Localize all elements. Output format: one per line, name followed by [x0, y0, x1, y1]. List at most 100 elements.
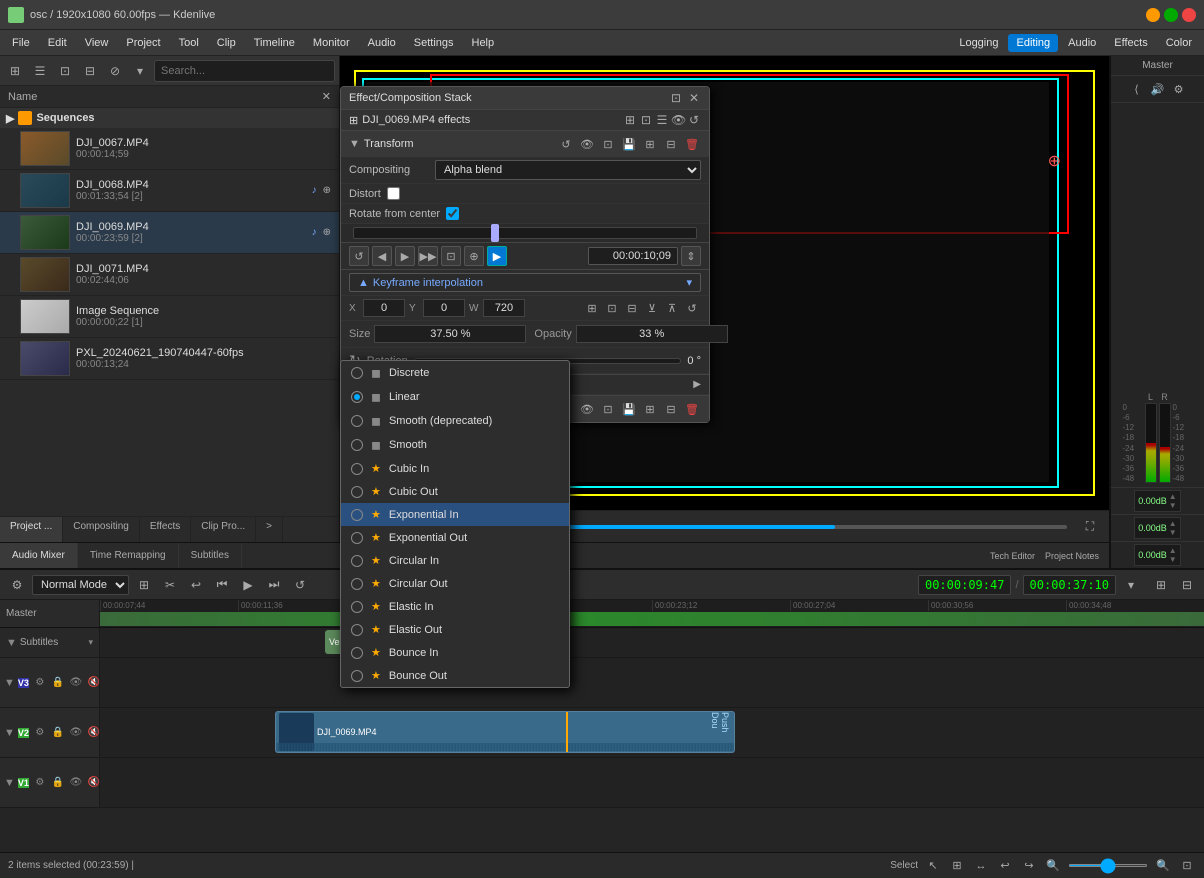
project-filter2-btn[interactable]: ⊘ [104, 60, 126, 82]
transform-delete[interactable]: 🗑 [683, 135, 701, 153]
mode-color[interactable]: Color [1158, 34, 1200, 52]
interp-elastic-in[interactable]: ★ Elastic In [341, 595, 569, 618]
kf-active-btn[interactable]: ▶ [487, 246, 507, 266]
zoom-in-btn[interactable]: 🔍 [1154, 857, 1172, 875]
track-v2-expand[interactable]: ▼ [4, 727, 15, 739]
fade-icon-4[interactable]: ⊟ [662, 400, 680, 418]
mode-editing[interactable]: Editing [1008, 34, 1058, 52]
fade-icon-2[interactable]: 💾 [620, 400, 638, 418]
L-db-down[interactable]: ▼ [1169, 501, 1177, 510]
tab-audio-mixer[interactable]: Audio Mixer [0, 543, 78, 568]
track-v2-visible[interactable]: 👁 [68, 725, 84, 741]
interp-bounce-out[interactable]: ★ Bounce Out [341, 664, 569, 687]
kf-forward[interactable]: ▶ [395, 246, 415, 266]
list-item[interactable]: DJI_0069.MP4 00:00:23;59 [2] ♪ ⊕ [0, 212, 339, 254]
tab-subtitles[interactable]: Subtitles [179, 543, 242, 568]
tech-editor-btn[interactable]: Tech Editor [986, 545, 1039, 567]
project-filter-btn[interactable]: ⊟ [79, 60, 101, 82]
interp-cubic-in[interactable]: ★ Cubic In [341, 457, 569, 480]
align-icon-3[interactable]: ⊟ [623, 299, 641, 317]
transform-icon-3[interactable]: 💾 [620, 135, 638, 153]
R-db-up[interactable]: ▲ [1169, 519, 1177, 528]
interp-discrete[interactable]: ◼ Discrete [341, 361, 569, 385]
time-dropdown-btn[interactable]: ▾ [1120, 574, 1142, 596]
y-input[interactable] [423, 299, 465, 317]
roll-btn[interactable]: ↔ [972, 857, 990, 875]
kf-add[interactable]: ⊕ [464, 246, 484, 266]
opacity-input[interactable] [576, 325, 728, 343]
list-item[interactable]: Image Sequence 00:00:00;22 [1] [0, 296, 339, 338]
mode-audio[interactable]: Audio [1060, 34, 1104, 52]
align-icon-2[interactable]: ⊡ [603, 299, 621, 317]
minimize-button[interactable] [1146, 8, 1160, 22]
transform-expand[interactable]: ▼ [349, 138, 360, 150]
track-v2-settings[interactable]: ⚙ [32, 725, 48, 741]
interp-linear[interactable]: ◼ Linear [341, 385, 569, 409]
compositing-select[interactable]: Alpha blend [435, 160, 701, 180]
menu-edit[interactable]: Edit [40, 34, 75, 52]
play-btn[interactable]: ▶ [237, 574, 259, 596]
file-icon-1[interactable]: ⊞ [623, 113, 637, 127]
tab-clip-properties[interactable]: Clip Pro... [191, 517, 256, 542]
kf-rewind[interactable]: ↺ [349, 246, 369, 266]
maximize-button[interactable] [1164, 8, 1178, 22]
menu-clip[interactable]: Clip [209, 34, 244, 52]
timeline-right-btn1[interactable]: ⊞ [1150, 574, 1172, 596]
list-item[interactable]: DJI_0068.MP4 00:01:33;54 [2] ♪ ⊕ [0, 170, 339, 212]
master-db-arrows[interactable]: ▲ ▼ [1169, 546, 1177, 564]
transform-icon-1[interactable]: ↺ [557, 135, 575, 153]
kf-next[interactable]: ▶▶ [418, 246, 438, 266]
align-icon-5[interactable]: ⊼ [663, 299, 681, 317]
options-arrow[interactable]: ▶ [693, 379, 701, 390]
interp-circular-out[interactable]: ★ Circular Out [341, 572, 569, 595]
audio-mute-btn[interactable]: 🔊 [1149, 80, 1167, 98]
zoom-out-btn[interactable]: 🔍 [1044, 857, 1062, 875]
interp-exponential-out[interactable]: ★ Exponential Out [341, 526, 569, 549]
list-item[interactable]: PXL_20240621_190740447-60fps 00:00:13;24 [0, 338, 339, 380]
tab-more[interactable]: > [256, 517, 283, 542]
transform-icon-4[interactable]: ⊞ [641, 135, 659, 153]
keyframe-interpolation-btn[interactable]: ▲ Keyframe interpolation ▾ [349, 273, 701, 292]
mode-logging[interactable]: Logging [951, 34, 1006, 52]
kf-duplicate[interactable]: ⊡ [441, 246, 461, 266]
keyframe-slider[interactable] [353, 227, 697, 239]
project-view-btn[interactable]: ⊞ [4, 60, 26, 82]
sequences-group[interactable]: ▶ Sequences [0, 108, 339, 128]
menu-file[interactable]: File [4, 34, 38, 52]
tab-project[interactable]: Project ... [0, 517, 63, 542]
loop-btn[interactable]: ↺ [289, 574, 311, 596]
kf-time-arrows[interactable]: ⇕ [681, 246, 701, 266]
menu-settings[interactable]: Settings [406, 34, 462, 52]
track-v3-settings[interactable]: ⚙ [32, 675, 48, 691]
transform-eye[interactable]: 👁 [578, 135, 596, 153]
x-input[interactable] [363, 299, 405, 317]
R-db-arrows[interactable]: ▲ ▼ [1169, 519, 1177, 537]
menu-monitor[interactable]: Monitor [305, 34, 358, 52]
project-notes-btn[interactable]: Project Notes [1041, 545, 1103, 567]
timeline-settings-btn[interactable]: ⚙ [6, 574, 28, 596]
R-db-down[interactable]: ▼ [1169, 528, 1177, 537]
slide-btn[interactable]: ↪ [1020, 857, 1038, 875]
track-v3-lock[interactable]: 🔒 [50, 675, 66, 691]
L-db-arrows[interactable]: ▲ ▼ [1169, 492, 1177, 510]
tab-effects[interactable]: Effects [140, 517, 191, 542]
distort-checkbox[interactable] [387, 187, 400, 200]
master-db-up[interactable]: ▲ [1169, 546, 1177, 555]
master-db-down[interactable]: ▼ [1169, 555, 1177, 564]
undo-btn[interactable]: ↩ [185, 574, 207, 596]
track-v1-expand[interactable]: ▼ [4, 777, 15, 789]
preview-progress[interactable] [486, 525, 1067, 529]
slip-btn[interactable]: ↩ [996, 857, 1014, 875]
menu-help[interactable]: Help [464, 34, 503, 52]
menu-tool[interactable]: Tool [171, 34, 207, 52]
track-v1-settings[interactable]: ⚙ [32, 775, 48, 791]
clip-dji-0069[interactable]: DJI_0069.MP4 Push Dou [275, 711, 735, 753]
track-v1-visible[interactable]: 👁 [68, 775, 84, 791]
file-icon-3[interactable]: ☰ [655, 113, 669, 127]
track-v3-visible[interactable]: 👁 [68, 675, 84, 691]
skip-end-btn[interactable]: ⏭ [263, 574, 285, 596]
interp-smooth-deprecated[interactable]: ◼ Smooth (deprecated) [341, 409, 569, 433]
track-add-btn[interactable]: ⊞ [133, 574, 155, 596]
transform-icon-2[interactable]: ⊡ [599, 135, 617, 153]
preview-fullscreen[interactable]: ⛶ [1079, 516, 1101, 538]
